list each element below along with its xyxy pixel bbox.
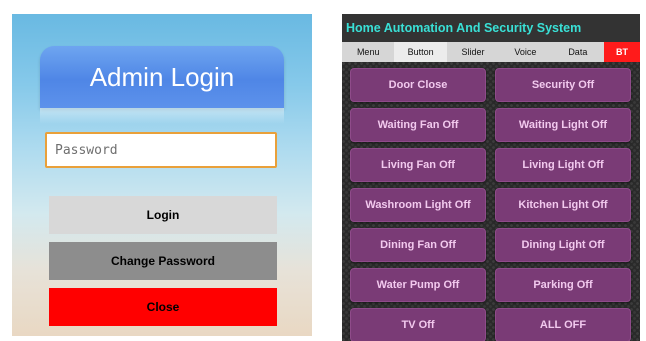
all-off-button[interactable]: ALL OFF (495, 308, 631, 341)
living-fan-off-button[interactable]: Living Fan Off (350, 148, 486, 182)
app-title-bar: Home Automation And Security System (342, 14, 640, 42)
waiting-light-off-button[interactable]: Waiting Light Off (495, 108, 631, 142)
tab-bar: Menu Button Slider Voice Data BT (342, 42, 640, 62)
security-off-button[interactable]: Security Off (495, 68, 631, 102)
parking-off-button[interactable]: Parking Off (495, 268, 631, 302)
washroom-light-off-button[interactable]: Washroom Light Off (350, 188, 486, 222)
login-header-reflection (40, 108, 284, 124)
dining-fan-off-button[interactable]: Dining Fan Off (350, 228, 486, 262)
waiting-fan-off-button[interactable]: Waiting Fan Off (350, 108, 486, 142)
close-button[interactable]: Close (49, 288, 277, 326)
app-title: Home Automation And Security System (346, 21, 582, 35)
dining-light-off-button[interactable]: Dining Light Off (495, 228, 631, 262)
door-close-button[interactable]: Door Close (350, 68, 486, 102)
kitchen-light-off-button[interactable]: Kitchen Light Off (495, 188, 631, 222)
tab-bluetooth[interactable]: BT (604, 42, 640, 62)
password-input[interactable] (45, 132, 277, 168)
tab-data[interactable]: Data (552, 42, 604, 62)
tab-voice[interactable]: Voice (499, 42, 551, 62)
home-automation-screen: Home Automation And Security System Menu… (342, 14, 640, 341)
tab-menu[interactable]: Menu (342, 42, 394, 62)
tab-button[interactable]: Button (394, 42, 447, 62)
change-password-button[interactable]: Change Password (49, 242, 277, 280)
login-title: Admin Login (89, 62, 235, 92)
login-button[interactable]: Login (49, 196, 277, 234)
admin-login-screen: Admin Login Login Change Password Close (12, 14, 312, 336)
tab-slider[interactable]: Slider (447, 42, 499, 62)
tv-off-button[interactable]: TV Off (350, 308, 486, 341)
living-light-off-button[interactable]: Living Light Off (495, 148, 631, 182)
water-pump-off-button[interactable]: Water Pump Off (350, 268, 486, 302)
